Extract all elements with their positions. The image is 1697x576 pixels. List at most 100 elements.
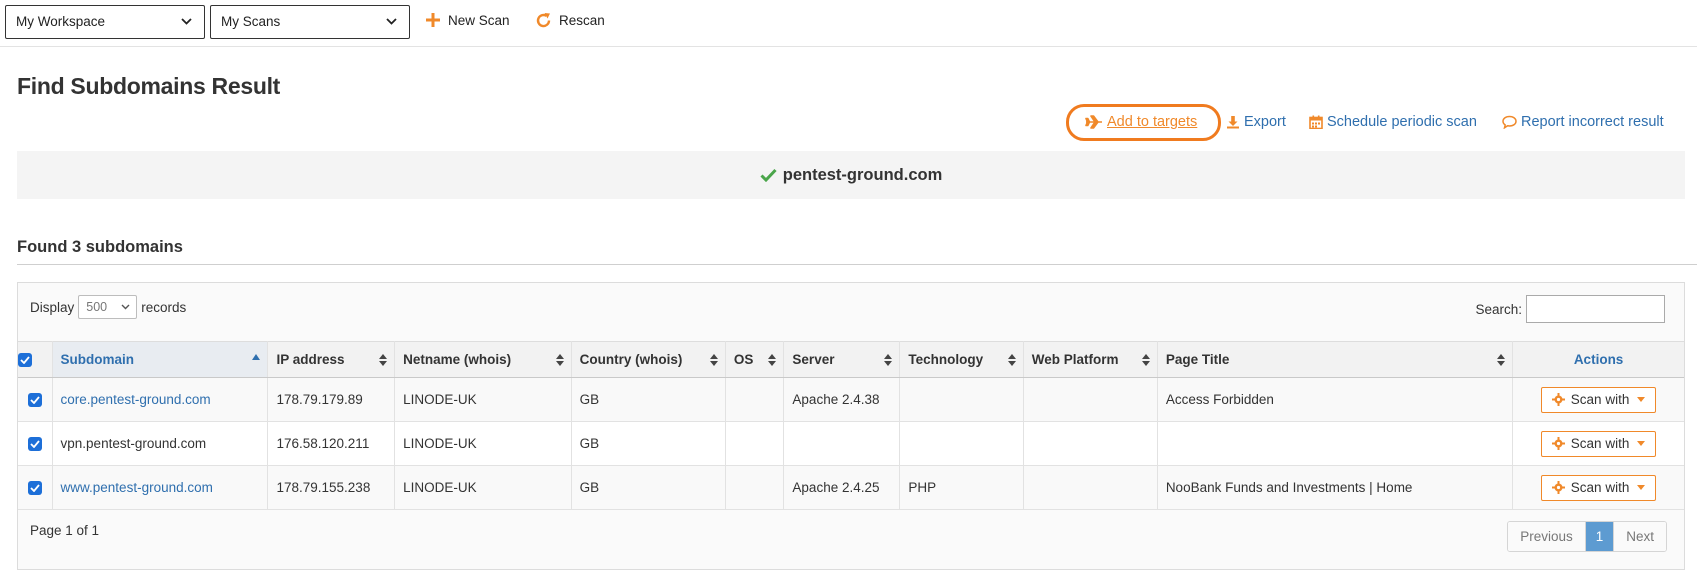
scans-select-value: My Scans — [221, 14, 281, 29]
records-label: records — [141, 299, 187, 315]
caret-down-icon — [1637, 397, 1646, 402]
cell-server: Apache 2.4.38 — [783, 377, 901, 422]
subdomains-table: Subdomain IP address Netname (whois) Cou… — [18, 341, 1684, 510]
page-title: Find Subdomains Result — [17, 73, 281, 99]
column-header-label: Page Title — [1165, 352, 1230, 367]
download-icon — [1227, 116, 1239, 129]
column-header-netname[interactable]: Netname (whois) — [394, 341, 572, 378]
records-per-page-value: 500 — [86, 300, 108, 314]
cell-netname: LINODE-UK — [394, 421, 572, 466]
column-header-web-platform[interactable]: Web Platform — [1023, 341, 1158, 378]
table-header-row: Subdomain IP address Netname (whois) Cou… — [18, 341, 1684, 378]
cell-server: Apache 2.4.25 — [783, 465, 901, 510]
table-row: core.pentest-ground.com 178.79.179.89 LI… — [18, 377, 1684, 422]
gear-icon — [1551, 437, 1565, 450]
plus-icon — [426, 13, 440, 27]
display-records-control: Display 500 records — [30, 295, 186, 319]
select-all-checkbox[interactable] — [18, 353, 32, 368]
checkmark-icon — [30, 440, 40, 449]
sort-icon — [1497, 354, 1506, 366]
column-header-technology[interactable]: Technology — [899, 341, 1024, 378]
column-header-label: IP address — [276, 352, 345, 367]
gear-icon — [1551, 481, 1565, 494]
records-per-page-select[interactable]: 500 — [78, 295, 138, 319]
report-label: Report incorrect result — [1521, 114, 1664, 130]
next-page-button[interactable]: Next — [1614, 522, 1666, 551]
scan-with-button[interactable]: Scan with — [1540, 386, 1657, 413]
select-all-checkbox-cell[interactable] — [18, 341, 53, 378]
checkmark-icon — [20, 356, 30, 365]
comment-icon — [1502, 115, 1517, 129]
gear-icon — [1551, 393, 1565, 406]
column-header-os[interactable]: OS — [725, 341, 785, 378]
export-label: Export — [1244, 114, 1286, 130]
plane-icon — [1085, 115, 1102, 129]
scan-with-label: Scan with — [1570, 436, 1630, 451]
export-link[interactable]: Export — [1226, 114, 1286, 130]
row-checkbox[interactable] — [27, 437, 42, 452]
column-header-label: Subdomain — [60, 352, 135, 367]
rescan-button[interactable]: Rescan — [535, 12, 605, 29]
new-scan-button[interactable]: New Scan — [425, 12, 510, 28]
page-1-button[interactable]: 1 — [1585, 522, 1615, 551]
report-incorrect-result-link[interactable]: Report incorrect result — [1502, 114, 1664, 130]
caret-down-icon — [1637, 441, 1646, 446]
scan-with-button[interactable]: Scan with — [1540, 430, 1657, 457]
schedule-periodic-scan-link[interactable]: Schedule periodic scan — [1309, 114, 1477, 130]
cell-actions: Scan with — [1512, 377, 1684, 422]
table-search-control: Search: — [1475, 295, 1665, 323]
add-to-targets-link[interactable]: Add to targets — [1085, 114, 1197, 130]
table-row: vpn.pentest-ground.com 176.58.120.211 LI… — [18, 421, 1684, 466]
cell-subdomain: vpn.pentest-ground.com — [52, 421, 269, 466]
row-checkbox[interactable] — [27, 481, 42, 496]
caret-down-icon — [1637, 485, 1646, 490]
column-header-ip-address[interactable]: IP address — [267, 341, 396, 378]
calendar-icon — [1309, 115, 1323, 129]
results-table-panel: Display 500 records Search: Subdomain IP… — [17, 282, 1685, 570]
workspace-select[interactable]: My Workspace — [5, 5, 205, 39]
cell-netname: LINODE-UK — [394, 465, 572, 510]
cell-server — [783, 421, 901, 466]
column-header-subdomain[interactable]: Subdomain — [52, 341, 269, 378]
scans-select[interactable]: My Scans — [210, 5, 410, 39]
row-checkbox-cell[interactable] — [18, 377, 53, 422]
cell-actions: Scan with — [1512, 421, 1684, 466]
divider — [17, 264, 1697, 265]
cell-technology — [899, 377, 1024, 422]
schedule-label: Schedule periodic scan — [1327, 114, 1477, 130]
column-header-page-title[interactable]: Page Title — [1157, 341, 1514, 378]
cell-ip: 178.79.179.89 — [267, 377, 396, 422]
column-header-server[interactable]: Server — [783, 341, 901, 378]
cell-actions: Scan with — [1512, 465, 1684, 510]
subdomain-link[interactable]: www.pentest-ground.com — [61, 480, 213, 495]
sort-icon — [1141, 354, 1150, 366]
sort-icon — [709, 354, 718, 366]
add-to-targets-label: Add to targets — [1107, 114, 1198, 130]
cell-os — [725, 465, 785, 510]
chevron-down-icon — [386, 18, 397, 25]
table-search-input[interactable] — [1526, 295, 1665, 323]
row-checkbox-cell[interactable] — [18, 421, 53, 466]
cell-web-platform — [1023, 377, 1158, 422]
previous-page-button[interactable]: Previous — [1508, 522, 1586, 551]
column-header-label: Server — [792, 352, 835, 367]
cell-page-title: Access Forbidden — [1157, 377, 1514, 422]
check-icon — [760, 168, 777, 182]
pagination: Previous 1 Next — [1507, 521, 1667, 552]
cell-country: GB — [571, 421, 726, 466]
cell-web-platform — [1023, 465, 1158, 510]
sort-icon — [379, 354, 388, 366]
subdomain-link[interactable]: core.pentest-ground.com — [61, 392, 211, 407]
row-checkbox[interactable] — [27, 393, 42, 408]
row-checkbox-cell[interactable] — [18, 465, 53, 510]
cell-netname: LINODE-UK — [394, 377, 572, 422]
workspace-select-value: My Workspace — [16, 14, 106, 29]
column-header-country[interactable]: Country (whois) — [571, 341, 726, 378]
refresh-icon — [536, 13, 551, 28]
column-header-label: Web Platform — [1031, 352, 1119, 367]
display-label: Display — [30, 299, 75, 315]
scan-with-button[interactable]: Scan with — [1540, 474, 1657, 501]
rescan-label: Rescan — [559, 13, 605, 28]
sort-icon — [884, 354, 893, 366]
cell-country: GB — [571, 377, 726, 422]
